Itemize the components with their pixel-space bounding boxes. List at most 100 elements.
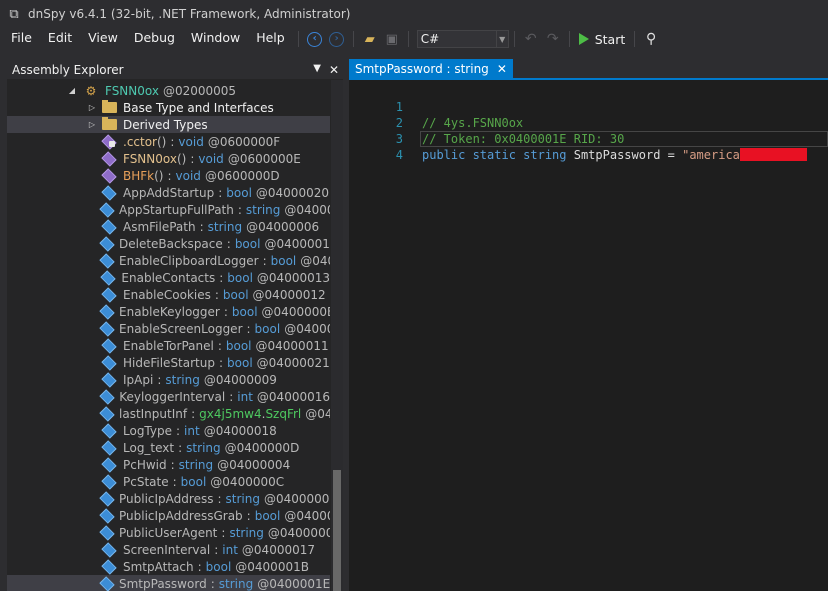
tree-folder-derived-types[interactable]: ▷ Derived Types [7,116,330,133]
type-separator: : [262,253,267,268]
tree-field-row[interactable]: EnableCookies: bool @04000012 [7,286,330,303]
save-button[interactable]: ▣ [381,29,403,49]
tree-field-row[interactable]: LogType: int @04000018 [7,422,330,439]
field-token: @04000022 [284,202,330,217]
toolbar-separator [568,31,570,47]
field-token: @04000016 [256,389,330,404]
tree-field-row[interactable]: EnableKeylogger: bool @0400000E [7,303,330,320]
scrollbar-thumb[interactable] [333,470,341,591]
code-keywords: public static string [422,148,567,162]
field-type: bool [227,355,253,370]
chevron-down-icon: ▼ [495,31,508,47]
folder-icon [101,117,117,132]
code-line: 1 // 4ys.FSNN0ox [349,83,828,130]
code-view[interactable]: 1 // 4ys.FSNN0ox 2 // Token: 0x0400001E … [349,83,828,162]
menu-window[interactable]: Window [183,28,248,50]
tree-field-row[interactable]: ScreenInterval: int @04000017 [7,541,330,558]
expand-closed-icon[interactable]: ▷ [87,120,97,129]
redaction-box [739,148,807,161]
tree-field-row[interactable]: IpApi: string @04000009 [7,371,330,388]
tab-smtppassword[interactable]: SmtpPassword : string ✕ [349,59,513,79]
method-token: @0600000D [204,168,280,183]
method-name: .cctor [123,134,157,149]
tree-field-row[interactable]: AppAddStartup: bool @04000020 [7,184,330,201]
tree-method-row[interactable]: FSNN0ox(): void @0600000E [7,150,330,167]
type-separator: : [218,355,224,370]
tree-field-row[interactable]: HideFileStartup: bool @04000021 [7,354,330,371]
field-type: bool [227,270,253,285]
type-separator: : [170,457,175,472]
method-icon [101,133,117,150]
field-type: int [237,389,253,404]
panel-menu-button[interactable]: ▼ [313,63,321,77]
assembly-tree[interactable]: ◢ ⚙ FSNN0ox @02000005 ▷ Base Type and In… [7,80,330,591]
tree-field-row[interactable]: DeleteBackspace:bool@04000014 [7,235,330,252]
tree-field-row[interactable]: PublicIpAddress: string @04000007 [7,490,330,507]
close-icon[interactable]: ✕ [497,62,507,76]
tree-field-row[interactable]: PublicIpAddressGrab:bool@04000008 [7,507,330,524]
tree-field-row[interactable]: PublicUserAgent:string@0400000B [7,524,330,541]
menu-file[interactable]: File [0,28,40,50]
open-button[interactable]: ▰ [359,29,381,49]
tree-field-row[interactable]: AsmFilePath: string @04000006 [7,218,330,235]
field-token: @04000008 [284,508,330,523]
editor-panel: SmtpPassword : string ✕ 1 // 4ys.FSNN0ox… [349,58,828,591]
tree-folder-base-types[interactable]: ▷ Base Type and Interfaces [7,99,330,116]
tree-field-row[interactable]: SmtpAttach: bool @0400001B [7,558,330,575]
type-separator: : [191,406,196,421]
field-type: bool [231,304,258,319]
tree-field-row[interactable]: KeyloggerInterval: int @04000016 [7,388,330,405]
field-token: @04000017 [241,542,315,557]
menu-debug[interactable]: Debug [126,28,183,50]
redo-button[interactable]: ↷ [542,29,564,49]
tree-field-row[interactable]: EnableTorPanel: bool @04000011 [7,337,330,354]
tree-field-row[interactable]: lastInputInf:gx4j5mw4.SzqFrl @040000 [7,405,330,422]
menu-view[interactable]: View [80,28,126,50]
assembly-explorer-panel: Assembly Explorer ▼ ✕ ◢ ⚙ FSNN0ox @02000… [7,60,343,591]
language-select[interactable]: C# ▼ [416,30,509,48]
tree-method-row[interactable]: BHFk(): void @0600000D [7,167,330,184]
folder-label: Base Type and Interfaces [123,100,274,115]
field-icon [101,371,117,388]
search-button[interactable]: ⚲ [640,29,662,49]
arrow-right-icon: › [329,31,345,47]
editor-tabstrip: SmtpPassword : string ✕ [349,58,828,80]
tree-scrollbar[interactable] [331,80,343,591]
tree-field-row[interactable]: PcHwid: string @04000004 [7,456,330,473]
field-type: bool [254,508,281,523]
tree-class-node[interactable]: ◢ ⚙ FSNN0ox @02000005 [7,82,330,99]
undo-button[interactable]: ↶ [520,29,542,49]
field-token: @0400000D [224,440,300,455]
toolbar-separator [407,31,409,47]
field-type: int [184,423,200,438]
field-icon [101,337,117,354]
panel-close-button[interactable]: ✕ [329,63,339,77]
navigate-back-button[interactable]: ‹ [304,29,326,49]
tree-field-row[interactable]: EnableScreenLogger:bool@0400000F [7,320,330,337]
menu-bar: File Edit View Debug Window Help ‹ › ▰ ▣… [0,28,828,50]
start-button[interactable]: Start [575,32,630,47]
tree-field-row[interactable]: SmtpPassword: string @0400001E [7,575,330,591]
field-type: bool [225,338,252,353]
type-separator: : [214,542,219,557]
tree-field-row[interactable]: AppStartupFullPath:string@04000022 [7,201,330,218]
tree-field-row[interactable]: PcState: bool @0400000C [7,473,330,490]
close-icon: ✕ [328,62,339,77]
menu-edit[interactable]: Edit [40,28,80,50]
folder-label: Derived Types [123,117,208,132]
type-separator: : [237,202,242,217]
menu-help[interactable]: Help [248,28,293,50]
field-type: string [218,576,254,591]
field-name: EnableKeylogger [119,304,220,319]
tree-field-row[interactable]: EnableClipboardLogger:bool@040000 [7,252,330,269]
field-token: @0400000F [284,321,330,336]
expand-closed-icon[interactable]: ▷ [87,103,97,112]
tree-field-row[interactable]: EnableContacts: bool @04000013 [7,269,330,286]
navigate-forward-button[interactable]: › [326,29,348,49]
tree-method-row[interactable]: .cctor(): void @0600000F [7,133,330,150]
tree-field-row[interactable]: Log_text: string @0400000D [7,439,330,456]
field-token: @04000013 [256,270,330,285]
expand-open-icon[interactable]: ◢ [67,86,77,95]
tab-label: SmtpPassword : string [355,62,489,76]
field-type: bool [205,559,232,574]
